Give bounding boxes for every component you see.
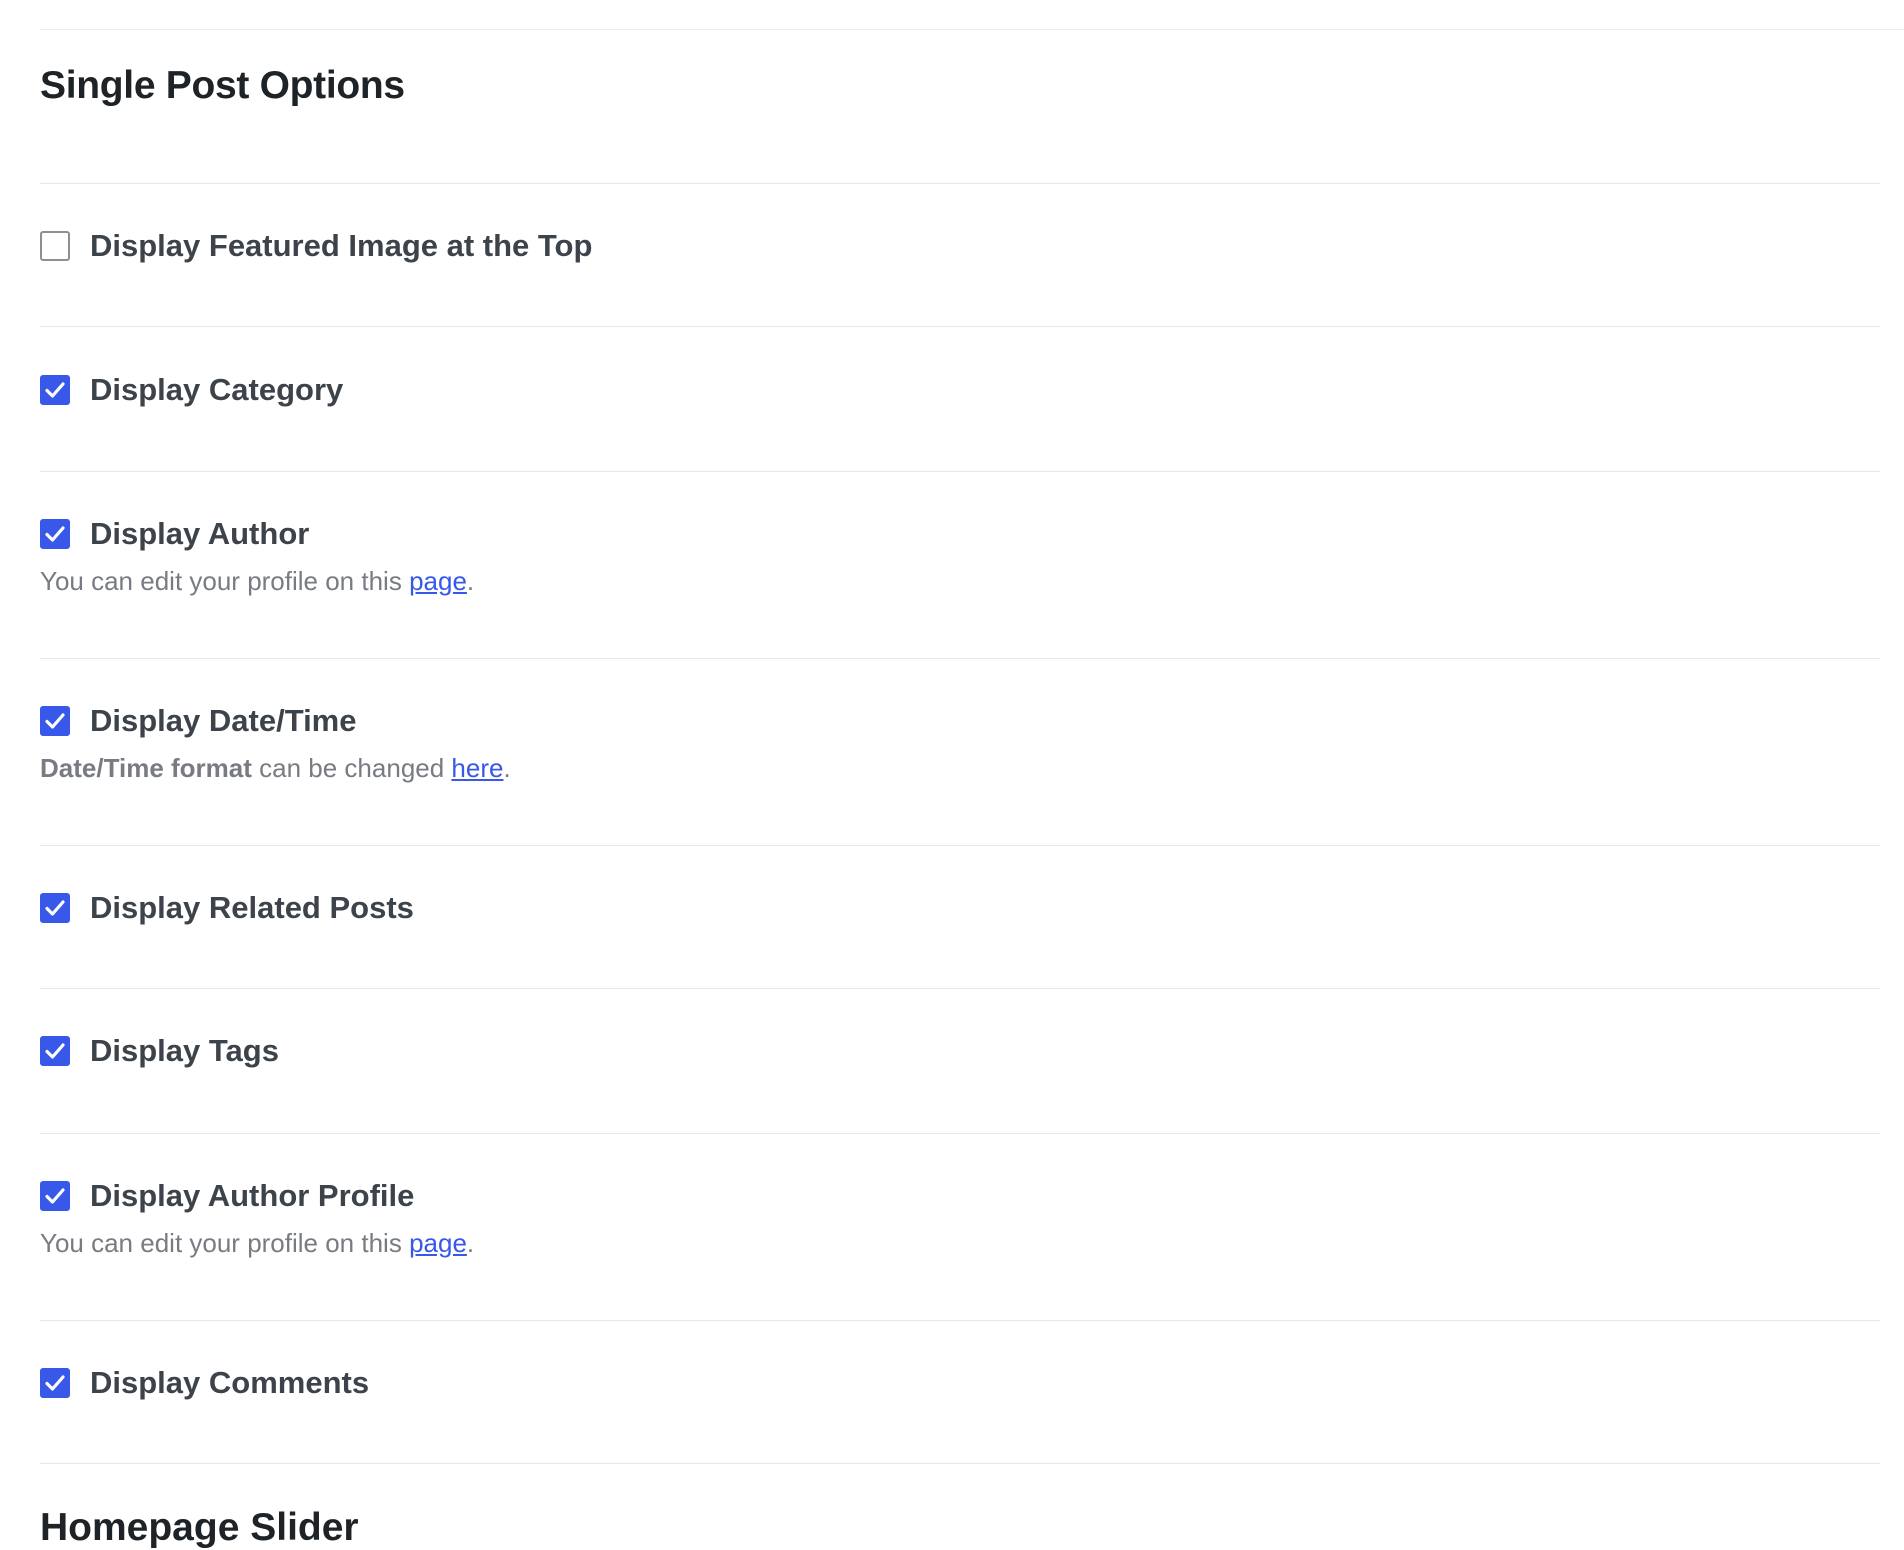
checkbox-comments[interactable] <box>40 1368 70 1398</box>
checkmark-icon <box>45 713 65 729</box>
option-category: Display Category <box>40 370 1880 410</box>
option-label[interactable]: Display Featured Image at the Top <box>90 228 592 264</box>
option-label[interactable]: Display Author Profile <box>90 1178 414 1214</box>
checkmark-icon <box>45 526 65 542</box>
option-related-posts: Display Related Posts <box>40 888 1880 928</box>
checkbox-author[interactable] <box>40 519 70 549</box>
description-text: . <box>503 753 511 783</box>
divider <box>40 1463 1880 1464</box>
option-label[interactable]: Display Tags <box>90 1033 279 1069</box>
next-section-title: Homepage Slider <box>40 1506 359 1549</box>
option-description: You can edit your profile on this page. <box>40 1228 1880 1259</box>
top-divider <box>40 29 1904 30</box>
description-bold-text: Date/Time format <box>40 753 252 783</box>
profile-page-link[interactable]: page <box>409 566 467 596</box>
option-date-time: Display Date/Time Date/Time format can b… <box>40 701 1880 784</box>
option-author-profile: Display Author Profile You can edit your… <box>40 1176 1880 1259</box>
checkbox-featured-image[interactable] <box>40 231 70 261</box>
checkmark-icon <box>45 900 65 916</box>
description-text: . <box>466 566 475 596</box>
checkbox-related-posts[interactable] <box>40 893 70 923</box>
divider <box>40 183 1880 184</box>
section-title: Single Post Options <box>40 64 405 107</box>
divider <box>40 658 1880 659</box>
divider <box>40 1133 1880 1134</box>
checkbox-tags[interactable] <box>40 1036 70 1066</box>
date-format-link[interactable]: here <box>451 753 503 783</box>
description-text: . <box>466 1228 475 1258</box>
option-description: Date/Time format can be changed here. <box>40 753 1880 784</box>
option-featured-image: Display Featured Image at the Top <box>40 226 1880 266</box>
profile-page-link[interactable]: page <box>409 1228 467 1258</box>
checkmark-icon <box>45 1375 65 1391</box>
description-text: can be changed <box>251 753 452 783</box>
checkmark-icon <box>45 1188 65 1204</box>
option-tags: Display Tags <box>40 1031 1880 1071</box>
divider <box>40 845 1880 846</box>
divider <box>40 1320 1880 1321</box>
checkmark-icon <box>45 1043 65 1059</box>
divider <box>40 471 1880 472</box>
checkmark-icon <box>45 382 65 398</box>
option-label[interactable]: Display Related Posts <box>90 890 414 926</box>
option-label[interactable]: Display Category <box>90 372 343 408</box>
description-text: You can edit your profile on this <box>40 566 410 596</box>
option-author: Display Author You can edit your profile… <box>40 514 1880 597</box>
divider <box>40 988 1880 989</box>
checkbox-date-time[interactable] <box>40 706 70 736</box>
option-description: You can edit your profile on this page. <box>40 566 1880 597</box>
option-label[interactable]: Display Author <box>90 516 309 552</box>
description-text: You can edit your profile on this <box>40 1228 410 1258</box>
option-comments: Display Comments <box>40 1363 1880 1403</box>
divider <box>40 326 1880 327</box>
checkbox-category[interactable] <box>40 375 70 405</box>
option-label[interactable]: Display Comments <box>90 1365 369 1401</box>
option-label[interactable]: Display Date/Time <box>90 703 356 739</box>
checkbox-author-profile[interactable] <box>40 1181 70 1211</box>
